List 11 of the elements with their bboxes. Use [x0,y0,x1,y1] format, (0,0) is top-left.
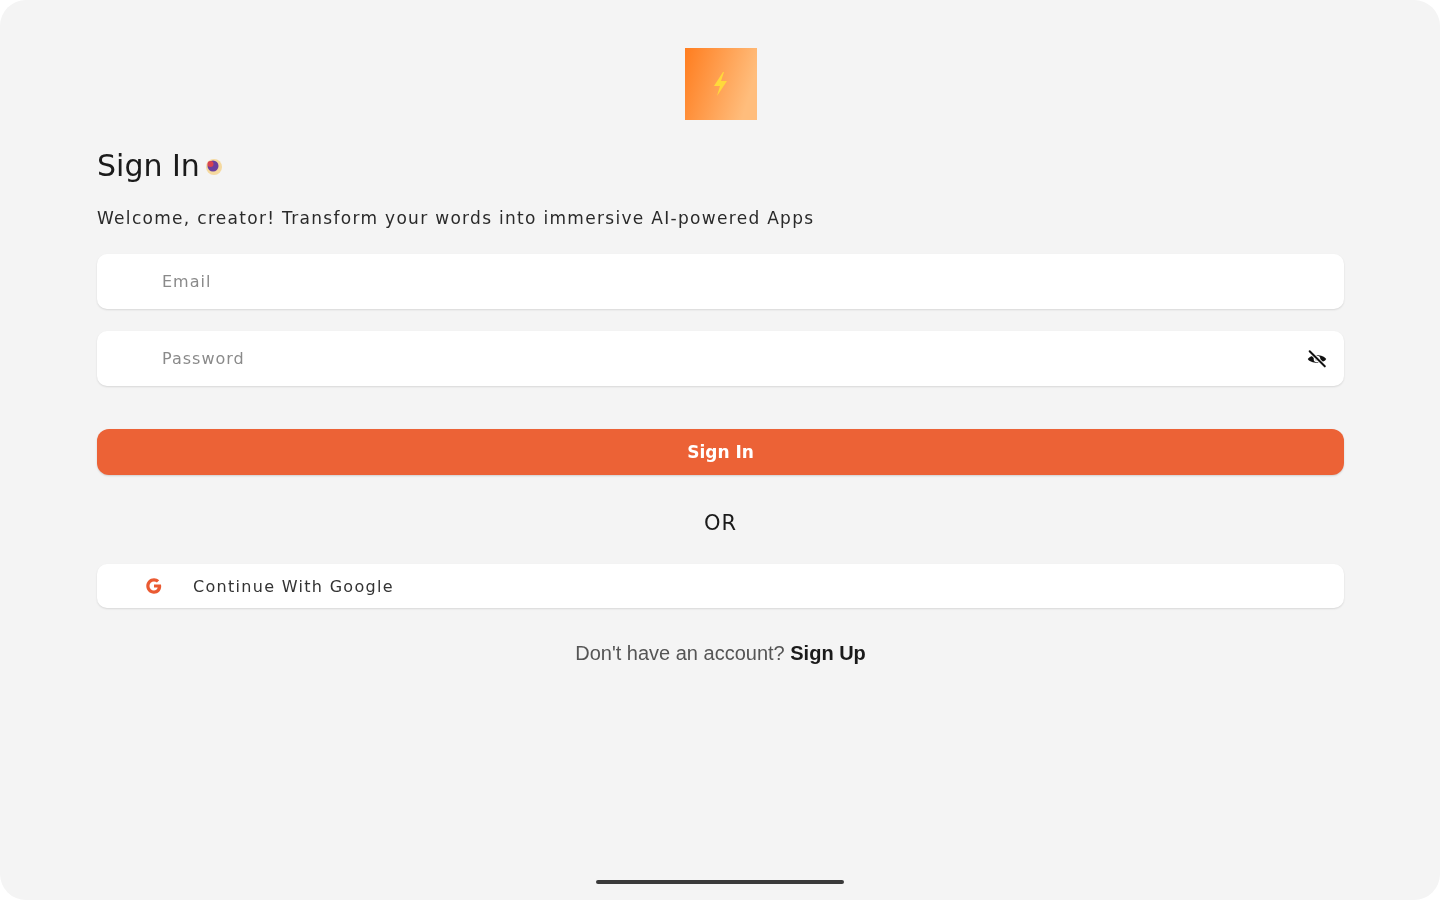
page-title: Sign In [97,147,200,185]
welcome-subtitle: Welcome, creator! Transform your words into immersive AI-powered Apps [97,207,816,230]
sign-up-link[interactable]: Sign Up [790,642,866,664]
g-letter-icon [146,578,162,594]
email-field[interactable]: Email [97,254,1344,309]
password-field[interactable]: Password [97,331,1344,386]
google-sign-in-button[interactable]: Continue With Google [97,564,1344,608]
or-divider-text: OR [703,510,738,537]
eye-slash-icon[interactable] [1306,348,1328,370]
lightning-bolt-logo-icon [684,48,757,120]
sign-up-prompt: Don't have an account? Sign Up [575,641,866,666]
